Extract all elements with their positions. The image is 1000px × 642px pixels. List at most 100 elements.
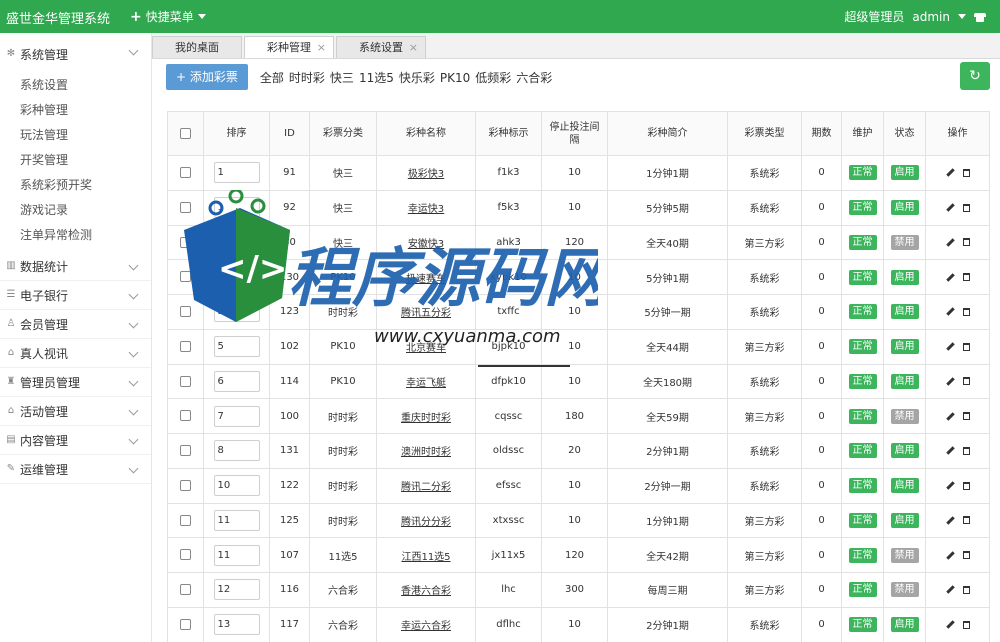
- sort-input[interactable]: [213, 162, 260, 184]
- status-badge[interactable]: 禁用: [890, 547, 919, 563]
- sort-input[interactable]: [213, 509, 260, 531]
- sidebar-group[interactable]: ✻ 系统管理: [0, 37, 151, 71]
- trash-icon[interactable]: [962, 238, 970, 247]
- edit-icon[interactable]: [945, 203, 955, 212]
- status-badge[interactable]: 启用: [890, 512, 919, 528]
- maintenance-badge[interactable]: 正常: [848, 200, 877, 216]
- sidebar-group[interactable]: ☰ 电子银行: [0, 281, 151, 310]
- trash-icon[interactable]: [962, 273, 970, 282]
- lottery-name-link[interactable]: 江西11选5: [401, 552, 450, 563]
- row-checkbox[interactable]: [180, 306, 191, 318]
- maintenance-badge[interactable]: 正常: [848, 165, 877, 181]
- trash-icon[interactable]: [962, 481, 970, 490]
- trash-icon[interactable]: [962, 168, 970, 177]
- sidebar-group[interactable]: ✎ 运维管理: [0, 455, 151, 484]
- maintenance-badge[interactable]: 正常: [848, 582, 877, 598]
- sort-input[interactable]: [213, 370, 260, 392]
- row-checkbox[interactable]: [180, 479, 191, 491]
- trash-icon[interactable]: [962, 307, 970, 316]
- sidebar-item[interactable]: 系统彩预开奖: [0, 173, 151, 198]
- status-badge[interactable]: 启用: [890, 478, 919, 494]
- edit-icon[interactable]: [945, 550, 955, 560]
- sidebar-item[interactable]: 系统设置: [0, 73, 151, 98]
- tab[interactable]: 系统设置 ×: [336, 36, 426, 58]
- status-badge[interactable]: 启用: [890, 443, 919, 459]
- status-badge[interactable]: 启用: [890, 165, 919, 181]
- row-checkbox[interactable]: [180, 340, 191, 352]
- filter-link[interactable]: 11选5: [359, 71, 394, 85]
- lottery-name-link[interactable]: 腾讯分分彩: [401, 517, 451, 528]
- edit-icon[interactable]: [945, 516, 955, 525]
- edit-icon[interactable]: [945, 342, 955, 351]
- edit-icon[interactable]: [945, 411, 955, 421]
- close-icon[interactable]: ×: [409, 37, 418, 59]
- filter-link[interactable]: 全部: [260, 71, 284, 85]
- lottery-name-link[interactable]: 幸运快3: [408, 204, 444, 215]
- tab[interactable]: 我的桌面: [152, 36, 242, 58]
- edit-icon[interactable]: [945, 238, 955, 247]
- lottery-name-link[interactable]: 北京赛车: [406, 343, 446, 354]
- lottery-name-link[interactable]: 腾讯二分彩: [401, 482, 451, 493]
- edit-icon[interactable]: [945, 168, 955, 178]
- maintenance-badge[interactable]: 正常: [848, 443, 877, 459]
- lottery-name-link[interactable]: 腾讯五分彩: [401, 308, 451, 319]
- maintenance-badge[interactable]: 正常: [848, 617, 877, 633]
- refresh-button[interactable]: ↻: [960, 62, 990, 90]
- status-badge[interactable]: 启用: [890, 200, 919, 216]
- lottery-name-link[interactable]: 澳洲时时彩: [401, 447, 451, 458]
- trash-icon[interactable]: [962, 516, 970, 525]
- filter-link[interactable]: PK10: [440, 71, 470, 85]
- status-badge[interactable]: 启用: [890, 304, 919, 320]
- quick-menu-button[interactable]: + 快捷菜单: [130, 8, 206, 25]
- sort-input[interactable]: [213, 614, 260, 636]
- status-badge[interactable]: 启用: [890, 373, 919, 389]
- edit-icon[interactable]: [945, 377, 955, 386]
- tab[interactable]: 彩种管理 ×: [244, 36, 334, 58]
- sort-input[interactable]: [213, 336, 260, 358]
- maintenance-badge[interactable]: 正常: [848, 269, 877, 285]
- row-checkbox[interactable]: [180, 375, 191, 387]
- sidebar-group[interactable]: ⌂ 真人视讯: [0, 339, 151, 368]
- status-badge[interactable]: 禁用: [890, 234, 919, 250]
- edit-icon[interactable]: [945, 620, 955, 629]
- row-checkbox[interactable]: [180, 584, 191, 596]
- filter-link[interactable]: 六合彩: [516, 71, 552, 85]
- edit-icon[interactable]: [945, 585, 955, 595]
- sort-input[interactable]: [213, 405, 260, 427]
- maintenance-badge[interactable]: 正常: [848, 512, 877, 528]
- sidebar-group[interactable]: ▥ 数据统计: [0, 252, 151, 281]
- user-name[interactable]: admin: [912, 10, 950, 24]
- maintenance-badge[interactable]: 正常: [848, 339, 877, 355]
- sidebar-item[interactable]: 注单异常检测: [0, 223, 151, 248]
- lottery-name-link[interactable]: 安徽快3: [408, 239, 444, 250]
- sort-input[interactable]: [213, 266, 260, 288]
- sort-input[interactable]: [213, 231, 260, 253]
- sort-input[interactable]: [213, 544, 260, 566]
- maintenance-badge[interactable]: 正常: [848, 304, 877, 320]
- filter-link[interactable]: 低频彩: [475, 71, 511, 85]
- lottery-name-link[interactable]: 极速赛车: [406, 274, 446, 285]
- select-all-checkbox[interactable]: [180, 127, 191, 139]
- row-checkbox[interactable]: [180, 514, 191, 526]
- filter-link[interactable]: 快乐彩: [399, 71, 435, 85]
- sidebar-group[interactable]: ▤ 内容管理: [0, 426, 151, 455]
- maintenance-badge[interactable]: 正常: [848, 408, 877, 424]
- lottery-name-link[interactable]: 幸运六合彩: [401, 621, 451, 632]
- maintenance-badge[interactable]: 正常: [848, 478, 877, 494]
- lottery-name-link[interactable]: 幸运飞艇: [406, 378, 446, 389]
- status-badge[interactable]: 启用: [890, 617, 919, 633]
- sort-input[interactable]: [213, 197, 260, 219]
- maintenance-badge[interactable]: 正常: [848, 547, 877, 563]
- sidebar-group[interactable]: ♜ 管理员管理: [0, 368, 151, 397]
- status-badge[interactable]: 启用: [890, 269, 919, 285]
- status-badge[interactable]: 启用: [890, 339, 919, 355]
- sort-input[interactable]: [213, 579, 260, 601]
- user-menu[interactable]: 超级管理员 admin: [844, 8, 986, 25]
- lottery-name-link[interactable]: 香港六合彩: [401, 586, 451, 597]
- sidebar-group[interactable]: ⌂ 活动管理: [0, 397, 151, 426]
- sidebar-item[interactable]: 玩法管理: [0, 123, 151, 148]
- status-badge[interactable]: 禁用: [890, 582, 919, 598]
- trash-icon[interactable]: [962, 412, 970, 421]
- close-icon[interactable]: ×: [317, 37, 326, 59]
- maintenance-badge[interactable]: 正常: [848, 373, 877, 389]
